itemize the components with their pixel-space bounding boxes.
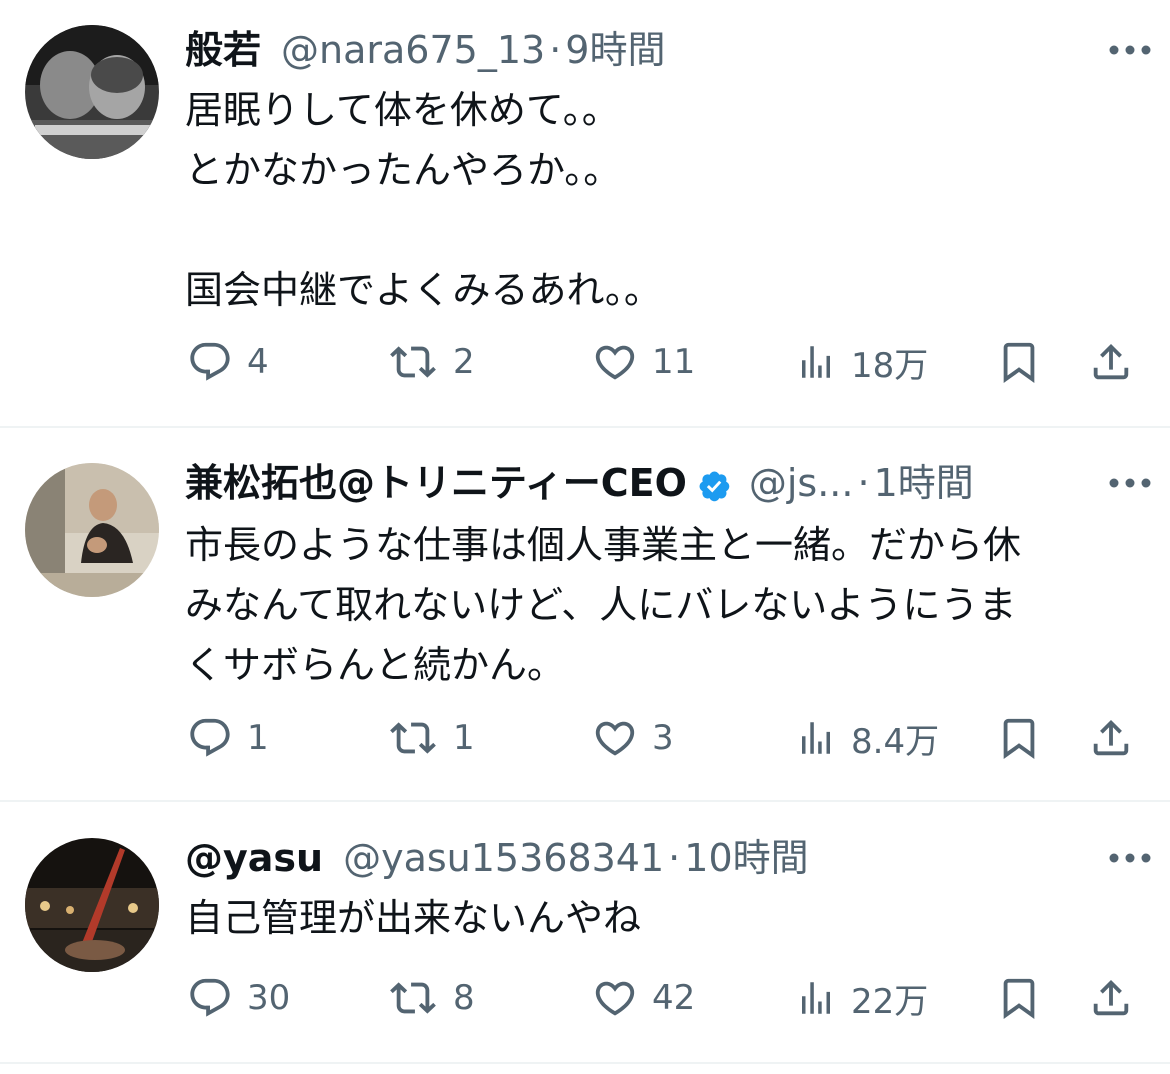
views-button[interactable]: 8.4万 bbox=[795, 708, 939, 768]
avatar[interactable] bbox=[25, 463, 159, 597]
bookmark-icon bbox=[1003, 718, 1035, 759]
more-icon[interactable] bbox=[1108, 453, 1152, 513]
reply-icon bbox=[190, 718, 230, 757]
reply-icon bbox=[190, 978, 230, 1017]
more-icon[interactable] bbox=[1108, 828, 1152, 888]
share-button[interactable] bbox=[1088, 708, 1134, 768]
reply-count: 30 bbox=[247, 978, 291, 1018]
timestamp[interactable]: 1時間 bbox=[874, 453, 974, 513]
like-icon bbox=[595, 345, 635, 380]
views-icon bbox=[802, 982, 830, 1014]
share-button[interactable] bbox=[1088, 968, 1134, 1028]
bookmark-button[interactable] bbox=[996, 708, 1042, 768]
display-name[interactable]: 兼松拓也@トリニティーCEO bbox=[185, 453, 687, 513]
tweet-text-line: 市長のような仕事は個人事業主と一緒。だから休 bbox=[185, 523, 1022, 567]
tweet-text: 居眠りして体を休めて。。 とかなかったんやろか。。 国会中継でよくみるあれ。。 bbox=[185, 80, 1130, 320]
divider bbox=[0, 1062, 1170, 1064]
share-icon bbox=[1093, 719, 1129, 756]
views-button[interactable]: 22万 bbox=[795, 968, 928, 1028]
views-button[interactable]: 18万 bbox=[795, 332, 928, 392]
tweet-text: 自己管理が出来ないんやね bbox=[185, 888, 1130, 948]
tweet-text-line: くサボらんと続かん。 bbox=[185, 643, 566, 687]
tweet-text-line: とかなかったんやろか。。 bbox=[185, 148, 622, 192]
retweet-count: 1 bbox=[453, 718, 475, 758]
share-button[interactable] bbox=[1088, 332, 1134, 392]
views-icon bbox=[802, 346, 830, 378]
separator: · bbox=[668, 836, 681, 880]
tweet-text-line: 国会中継でよくみるあれ。。 bbox=[185, 268, 662, 312]
separator: · bbox=[549, 28, 562, 72]
bookmark-button[interactable] bbox=[996, 332, 1042, 392]
reply-button[interactable]: 30 bbox=[187, 968, 290, 1028]
retweet-icon bbox=[390, 982, 436, 1014]
separator: · bbox=[857, 461, 870, 505]
views-count: 22万 bbox=[851, 981, 929, 1022]
views-icon bbox=[802, 722, 830, 754]
reply-button[interactable]: 1 bbox=[187, 708, 269, 768]
reply-icon bbox=[190, 342, 230, 381]
bookmark-icon bbox=[1003, 978, 1035, 1019]
retweet-count: 2 bbox=[453, 342, 475, 382]
timestamp[interactable]: 10時間 bbox=[684, 828, 808, 888]
reply-button[interactable]: 4 bbox=[187, 332, 269, 392]
user-handle[interactable]: @nara675_13 bbox=[281, 20, 545, 80]
bookmark-button[interactable] bbox=[996, 968, 1042, 1028]
action-bar: 1 1 3 8.4万 bbox=[0, 708, 1170, 768]
verified-icon bbox=[697, 464, 735, 502]
tweet[interactable]: @yasu @yasu15368341 · 10時間 自己管理が出来ないんやね … bbox=[0, 802, 1170, 1066]
action-bar: 30 8 42 22万 bbox=[0, 968, 1170, 1028]
retweet-button[interactable]: 8 bbox=[387, 968, 475, 1028]
user-handle[interactable]: @js... bbox=[749, 453, 854, 513]
like-count: 42 bbox=[652, 978, 696, 1018]
display-name[interactable]: @yasu bbox=[185, 828, 323, 888]
tweet-text-line: 居眠りして体を休めて。。 bbox=[185, 88, 620, 132]
tweet[interactable]: 兼松拓也@トリニティーCEO @js... · 1時間 市長のような仕事は個人事… bbox=[0, 428, 1170, 802]
tweet-text: 市長のような仕事は個人事業主と一緒。だから休 みなんて取れないけど、人にバレない… bbox=[185, 515, 1130, 695]
display-name[interactable]: 般若 bbox=[185, 20, 261, 80]
user-handle[interactable]: @yasu15368341 bbox=[343, 828, 664, 888]
avatar[interactable] bbox=[25, 25, 159, 159]
reply-count: 1 bbox=[247, 718, 269, 758]
like-button[interactable]: 42 bbox=[592, 968, 695, 1028]
bookmark-icon bbox=[1003, 342, 1035, 383]
share-icon bbox=[1093, 343, 1129, 380]
views-count: 8.4万 bbox=[851, 721, 940, 762]
like-icon bbox=[595, 721, 635, 756]
tweet[interactable]: 般若 @nara675_13 · 9時間 居眠りして体を休めて。。 とかなかった… bbox=[0, 0, 1170, 428]
timestamp[interactable]: 9時間 bbox=[565, 20, 665, 80]
tweet-text-line: 自己管理が出来ないんやね bbox=[185, 896, 642, 940]
views-count: 18万 bbox=[851, 345, 929, 386]
like-count: 11 bbox=[652, 342, 696, 382]
retweet-icon bbox=[390, 346, 436, 378]
action-bar: 4 2 11 18万 bbox=[0, 332, 1170, 392]
share-icon bbox=[1093, 979, 1129, 1016]
avatar[interactable] bbox=[25, 838, 159, 972]
like-button[interactable]: 11 bbox=[592, 332, 695, 392]
retweet-button[interactable]: 1 bbox=[387, 708, 475, 768]
retweet-button[interactable]: 2 bbox=[387, 332, 475, 392]
more-icon[interactable] bbox=[1108, 20, 1152, 80]
like-button[interactable]: 3 bbox=[592, 708, 674, 768]
tweet-text-line: みなんて取れないけど、人にバレないようにうま bbox=[185, 583, 1017, 627]
retweet-icon bbox=[390, 722, 436, 754]
retweet-count: 8 bbox=[453, 978, 475, 1018]
like-icon bbox=[595, 981, 635, 1016]
tweet-text-line bbox=[185, 200, 1130, 260]
reply-count: 4 bbox=[247, 342, 269, 382]
like-count: 3 bbox=[652, 718, 674, 758]
